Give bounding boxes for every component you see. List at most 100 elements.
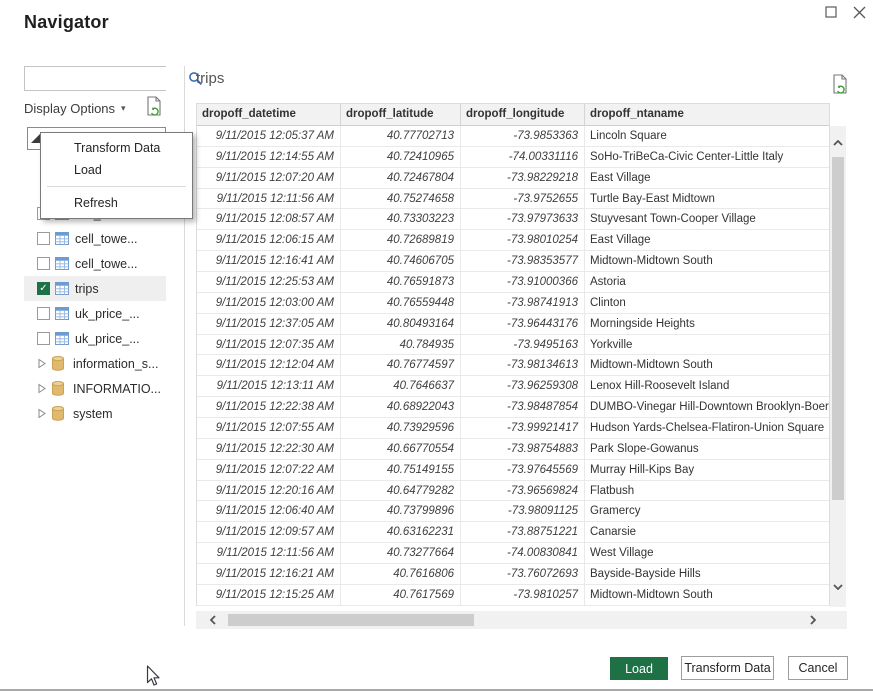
scroll-down-icon [833, 584, 843, 590]
table-cell: 9/11/2015 12:05:37 AM [197, 126, 341, 146]
database-icon [52, 381, 64, 396]
tree-item-information-s[interactable]: information_s... [24, 351, 166, 376]
table-icon [55, 232, 69, 245]
table-cell: Astoria [585, 272, 829, 292]
table-row: 9/11/2015 12:22:38 AM40.68922043-73.9848… [197, 397, 829, 418]
checkbox[interactable] [37, 232, 50, 245]
table-cell: 9/11/2015 12:06:40 AM [197, 501, 341, 521]
table-cell: Canarsie [585, 522, 829, 542]
refresh-preview-icon[interactable] [831, 73, 849, 95]
checkbox[interactable] [37, 257, 50, 270]
refresh-list-icon[interactable] [145, 96, 163, 116]
table-cell: Midtown-Midtown South [585, 585, 829, 605]
table-cell: 9/11/2015 12:20:16 AM [197, 481, 341, 501]
scroll-left-button[interactable] [204, 611, 222, 629]
expanded-arrow-icon[interactable] [31, 134, 40, 143]
table-cell: -73.98091125 [461, 501, 585, 521]
collapsed-arrow-icon[interactable] [38, 408, 46, 419]
transform-data-button[interactable]: Transform Data [681, 656, 774, 680]
load-button[interactable]: Load [610, 657, 668, 680]
table-icon [55, 332, 69, 345]
table-row: 9/11/2015 12:09:57 AM40.63162231-73.8875… [197, 522, 829, 543]
tree-item-cell-towe[interactable]: cell_towe... [24, 251, 166, 276]
table-cell: 9/11/2015 12:07:20 AM [197, 168, 341, 188]
search-box[interactable] [24, 66, 166, 91]
table-cell: 40.77702713 [341, 126, 461, 146]
table-row: 9/11/2015 12:22:30 AM40.66770554-73.9875… [197, 439, 829, 460]
tree-item-uk-price[interactable]: uk_price_... [24, 301, 166, 326]
table-cell: 40.68922043 [341, 397, 461, 417]
table-cell: 40.76774597 [341, 355, 461, 375]
checkbox-checked[interactable]: ✓ [37, 282, 50, 295]
table-cell: 9/11/2015 12:07:55 AM [197, 418, 341, 438]
table-cell: -73.9752655 [461, 189, 585, 209]
table-cell: -73.98134613 [461, 355, 585, 375]
table-cell: 40.72410965 [341, 147, 461, 167]
table-row: 9/11/2015 12:05:37 AM40.77702713-73.9853… [197, 126, 829, 147]
preview-table-header: dropoff_datetimedropoff_latitudedropoff_… [197, 104, 829, 126]
table-cell: Lenox Hill-Roosevelt Island [585, 376, 829, 396]
search-input[interactable] [25, 67, 188, 90]
menu-item-load[interactable]: Load [41, 159, 192, 181]
checkbox[interactable] [37, 307, 50, 320]
column-header-dropoff_latitude[interactable]: dropoff_latitude [341, 104, 461, 125]
column-header-dropoff_datetime[interactable]: dropoff_datetime [197, 104, 341, 125]
navigator-tree: cell_towe...cell_towe...cell_towe...✓tri… [24, 201, 166, 426]
table-cell: -73.9853363 [461, 126, 585, 146]
tree-item-informatio[interactable]: INFORMATIO... [24, 376, 166, 401]
collapsed-arrow-icon[interactable] [38, 358, 46, 369]
table-cell: -73.9810257 [461, 585, 585, 605]
horizontal-scrollbar[interactable] [196, 611, 847, 629]
table-cell: -73.96569824 [461, 481, 585, 501]
table-cell: 40.76591873 [341, 272, 461, 292]
tree-item-trips[interactable]: ✓trips [24, 276, 166, 301]
collapsed-arrow-icon[interactable] [38, 383, 46, 394]
table-cell: -73.88751221 [461, 522, 585, 542]
table-row: 9/11/2015 12:20:16 AM40.64779282-73.9656… [197, 481, 829, 502]
table-cell: 9/11/2015 12:07:22 AM [197, 460, 341, 480]
scroll-down-button[interactable] [830, 578, 846, 596]
scroll-right-button[interactable] [804, 611, 822, 629]
table-row: 9/11/2015 12:14:55 AM40.72410965-74.0033… [197, 147, 829, 168]
scroll-up-button[interactable] [830, 134, 846, 152]
chevron-down-icon: ▾ [121, 103, 126, 114]
table-cell: 9/11/2015 12:22:30 AM [197, 439, 341, 459]
vertical-scrollbar[interactable] [830, 126, 846, 607]
tree-item-label: cell_towe... [75, 257, 138, 271]
table-cell: -73.98010254 [461, 230, 585, 250]
column-header-dropoff_ntaname[interactable]: dropoff_ntaname [585, 104, 829, 125]
tree-item-label: uk_price_... [75, 307, 140, 321]
column-header-dropoff_longitude[interactable]: dropoff_longitude [461, 104, 585, 125]
table-cell: DUMBO-Vinegar Hill-Downtown Brooklyn-Boe… [585, 397, 829, 417]
cancel-button[interactable]: Cancel [788, 656, 848, 680]
table-cell: -73.96259308 [461, 376, 585, 396]
table-row: 9/11/2015 12:07:22 AM40.75149155-73.9764… [197, 460, 829, 481]
table-cell: 9/11/2015 12:07:35 AM [197, 335, 341, 355]
table-cell: 40.73303223 [341, 209, 461, 229]
table-row: 9/11/2015 12:15:25 AM40.7617569-73.98102… [197, 585, 829, 606]
table-cell: Clinton [585, 293, 829, 313]
table-cell: -73.76072693 [461, 564, 585, 584]
table-cell: 40.76559448 [341, 293, 461, 313]
maximize-button[interactable] [822, 3, 840, 21]
vertical-scrollbar-thumb[interactable] [832, 157, 844, 500]
checkbox[interactable] [37, 332, 50, 345]
tree-item-cell-towe[interactable]: cell_towe... [24, 226, 166, 251]
page-title: Navigator [24, 12, 109, 33]
close-button[interactable] [850, 3, 868, 21]
table-cell: Park Slope-Gowanus [585, 439, 829, 459]
horizontal-scrollbar-thumb[interactable] [228, 614, 474, 626]
menu-item-refresh[interactable]: Refresh [41, 192, 192, 214]
table-cell: -74.00830841 [461, 543, 585, 563]
table-cell: -73.98754883 [461, 439, 585, 459]
display-options-dropdown[interactable]: Display Options ▾ [24, 99, 126, 117]
menu-item-transform-data[interactable]: Transform Data [41, 137, 192, 159]
table-cell: 9/11/2015 12:16:41 AM [197, 251, 341, 271]
table-cell: 40.7617569 [341, 585, 461, 605]
tree-item-uk-price[interactable]: uk_price_... [24, 326, 166, 351]
table-cell: Murray Hill-Kips Bay [585, 460, 829, 480]
table-cell: 9/11/2015 12:12:04 AM [197, 355, 341, 375]
tree-item-system[interactable]: system [24, 401, 166, 426]
table-row: 9/11/2015 12:06:40 AM40.73799896-73.9809… [197, 501, 829, 522]
table-cell: Gramercy [585, 501, 829, 521]
